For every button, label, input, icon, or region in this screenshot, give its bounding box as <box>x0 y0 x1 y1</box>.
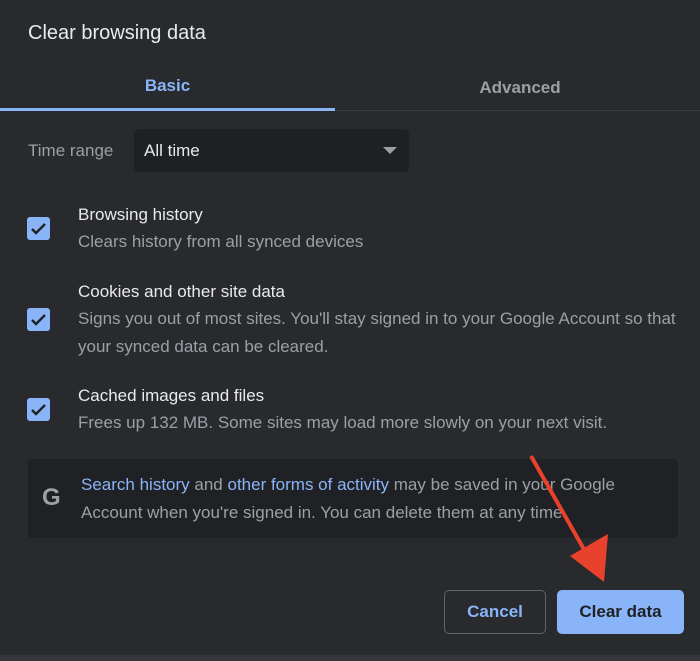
red-arrow-annotation-icon <box>529 455 608 582</box>
